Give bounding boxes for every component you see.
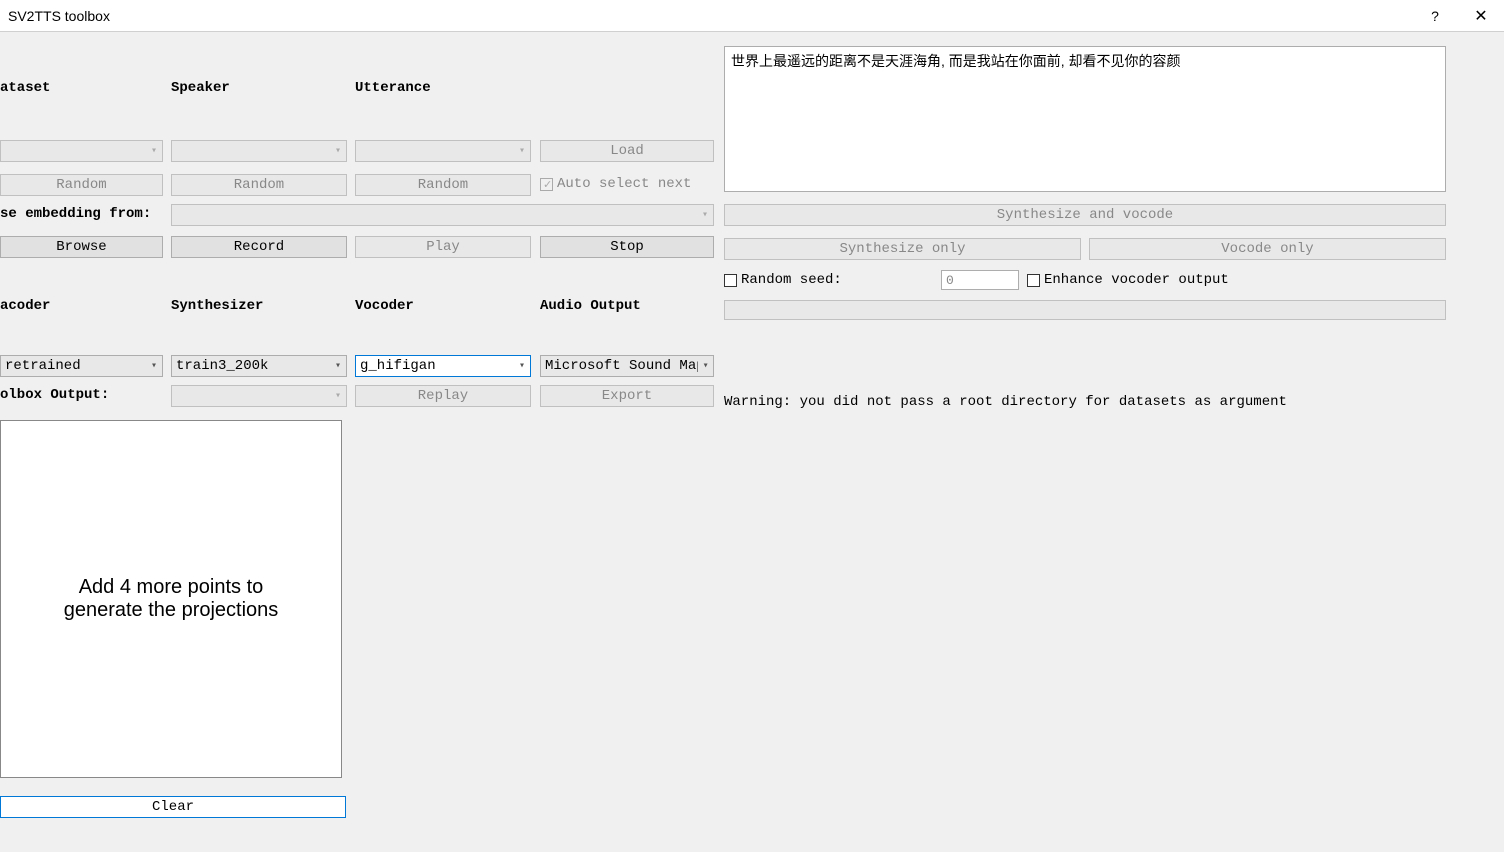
check-icon: ✓ xyxy=(543,178,552,191)
window-title: SV2TTS toolbox xyxy=(8,8,110,24)
record-button[interactable]: Record xyxy=(171,236,347,258)
chevron-down-icon: ▾ xyxy=(514,145,530,157)
encoder-dropdown[interactable]: retrained ▾ xyxy=(0,355,163,377)
audio-output-dropdown[interactable]: Microsoft Sound Mapp ▾ xyxy=(540,355,714,377)
export-button[interactable]: Export xyxy=(540,385,714,407)
toolbox-output-label: olbox Output: xyxy=(0,387,109,403)
titlebar: SV2TTS toolbox ? ✕ xyxy=(0,0,1504,32)
chevron-down-icon: ▾ xyxy=(330,360,346,372)
random-dataset-button[interactable]: Random xyxy=(0,174,163,196)
synthesize-only-button[interactable]: Synthesize only xyxy=(724,238,1081,260)
play-button[interactable]: Play xyxy=(355,236,531,258)
synthesizer-label: Synthesizer xyxy=(171,298,263,314)
vocode-only-button[interactable]: Vocode only xyxy=(1089,238,1446,260)
enhance-label: Enhance vocoder output xyxy=(1044,272,1229,288)
chevron-down-icon: ▾ xyxy=(698,360,713,372)
random-utterance-button[interactable]: Random xyxy=(355,174,531,196)
clear-button[interactable]: Clear xyxy=(0,796,346,818)
dataset-dropdown[interactable]: ▾ xyxy=(0,140,163,162)
warning-text: Warning: you did not pass a root directo… xyxy=(724,394,1287,410)
chevron-down-icon: ▾ xyxy=(697,209,713,221)
auto-select-checkbox[interactable]: ✓ xyxy=(540,178,553,191)
vocoder-label: Vocoder xyxy=(355,298,414,314)
utterance-label: Utterance xyxy=(355,80,431,96)
synthesizer-dropdown[interactable]: train3_200k ▾ xyxy=(171,355,347,377)
use-embedding-label: se embedding from: xyxy=(0,206,151,222)
close-icon[interactable]: ✕ xyxy=(1458,0,1504,31)
text-input[interactable]: 世界上最遥远的距离不是天涯海角, 而是我站在你面前, 却看不见你的容颜 xyxy=(724,46,1446,192)
speaker-label: Speaker xyxy=(171,80,230,96)
projection-panel: Add 4 more points to generate the projec… xyxy=(0,420,342,778)
chevron-down-icon: ▾ xyxy=(330,145,346,157)
utterance-dropdown[interactable]: ▾ xyxy=(355,140,531,162)
random-speaker-button[interactable]: Random xyxy=(171,174,347,196)
toolbox-output-dropdown[interactable]: ▾ xyxy=(171,385,347,407)
stop-button[interactable]: Stop xyxy=(540,236,714,258)
random-seed-input[interactable] xyxy=(941,270,1019,290)
chevron-down-icon: ▾ xyxy=(330,390,346,402)
dataset-label: ataset xyxy=(0,80,50,96)
encoder-label: acoder xyxy=(0,298,50,314)
replay-button[interactable]: Replay xyxy=(355,385,531,407)
speaker-dropdown[interactable]: ▾ xyxy=(171,140,347,162)
progress-bar xyxy=(724,300,1446,320)
synthesizer-value: train3_200k xyxy=(176,358,268,374)
encoder-value: retrained xyxy=(5,358,81,374)
audio-output-value: Microsoft Sound Mapp xyxy=(545,358,698,374)
random-seed-label: Random seed: xyxy=(741,272,842,288)
random-seed-checkbox[interactable] xyxy=(724,274,737,287)
auto-select-label: Auto select next xyxy=(557,176,691,192)
audio-output-label: Audio Output xyxy=(540,298,641,314)
enhance-checkbox[interactable] xyxy=(1027,274,1040,287)
chevron-down-icon: ▾ xyxy=(514,360,530,372)
embedding-dropdown[interactable]: ▾ xyxy=(171,204,714,226)
synthesize-vocode-button[interactable]: Synthesize and vocode xyxy=(724,204,1446,226)
help-icon[interactable]: ? xyxy=(1412,0,1458,31)
vocoder-value: g_hifigan xyxy=(360,358,436,374)
projection-message: Add 4 more points to generate the projec… xyxy=(41,576,301,622)
chevron-down-icon: ▾ xyxy=(146,145,162,157)
chevron-down-icon: ▾ xyxy=(146,360,162,372)
load-button[interactable]: Load xyxy=(540,140,714,162)
vocoder-dropdown[interactable]: g_hifigan ▾ xyxy=(355,355,531,377)
browse-button[interactable]: Browse xyxy=(0,236,163,258)
